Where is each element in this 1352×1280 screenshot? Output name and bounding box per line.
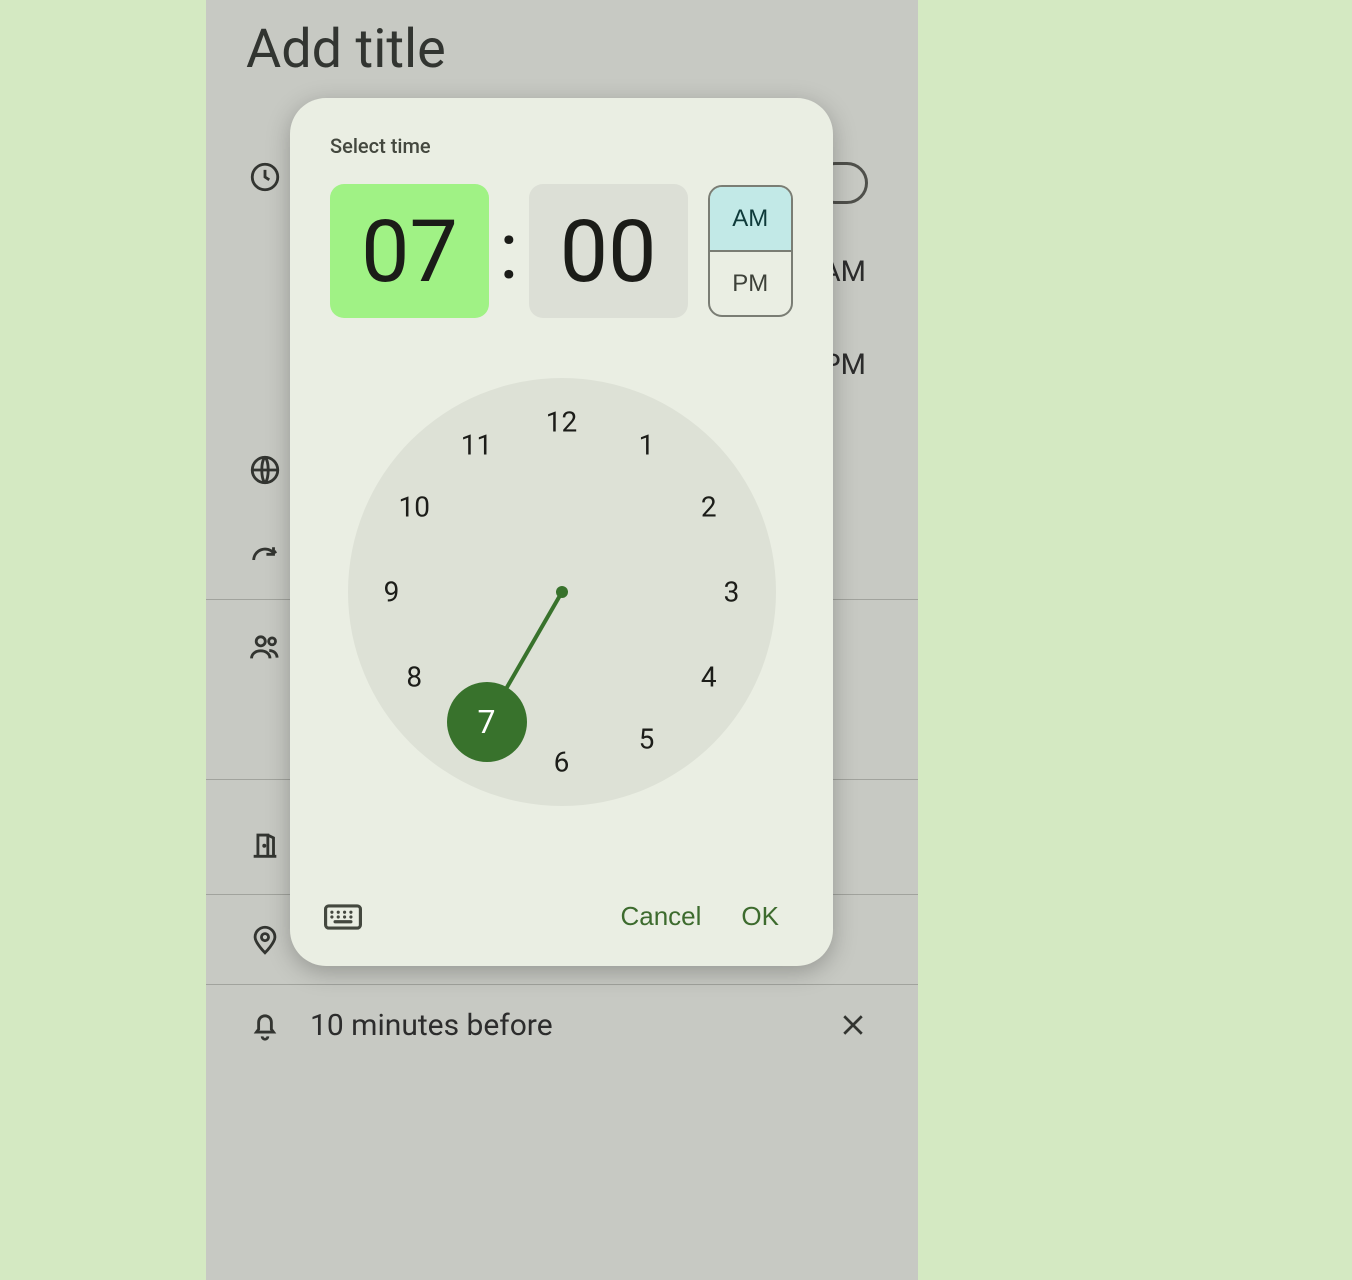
clock-selected-hour[interactable]: 7 <box>447 682 527 762</box>
am-button[interactable]: AM <box>710 187 791 252</box>
keyboard-input-icon[interactable] <box>324 902 362 932</box>
hour-field[interactable]: 07 <box>330 184 489 318</box>
time-picker-dialog: Select time 07 : 00 AM PM 7 121234568910… <box>290 98 833 966</box>
clock-hour-4[interactable]: 4 <box>701 661 717 694</box>
clock-hour-8[interactable]: 8 <box>406 661 422 694</box>
door-icon <box>248 828 282 862</box>
repeat-icon <box>248 543 282 577</box>
pm-button[interactable]: PM <box>710 252 791 315</box>
location-pin-icon <box>248 923 282 957</box>
clock-hour-9[interactable]: 9 <box>384 576 400 609</box>
notification-row[interactable]: 10 minutes before <box>206 985 918 1065</box>
minute-field[interactable]: 00 <box>529 184 688 318</box>
cancel-button[interactable]: Cancel <box>600 893 721 940</box>
ok-button[interactable]: OK <box>721 893 799 940</box>
clock-face[interactable]: 7 12123456891011 <box>348 378 776 806</box>
clock-hour-1[interactable]: 1 <box>639 428 655 461</box>
dialog-title: Select time <box>330 134 793 158</box>
bell-icon <box>248 1008 282 1042</box>
globe-icon <box>248 453 282 487</box>
clock-hour-2[interactable]: 2 <box>701 491 717 524</box>
clock-hour-3[interactable]: 3 <box>724 576 740 609</box>
clock-hour-6[interactable]: 6 <box>554 746 570 779</box>
clock-hour-11[interactable]: 11 <box>461 428 492 461</box>
clock-hour-5[interactable]: 5 <box>639 723 655 756</box>
people-icon <box>248 630 282 664</box>
event-title-input[interactable]: Add title <box>246 18 446 81</box>
time-colon: : <box>489 204 529 298</box>
clock-icon <box>248 160 282 194</box>
clock-hour-10[interactable]: 10 <box>399 491 430 524</box>
ampm-toggle: AM PM <box>708 185 793 317</box>
notification-label: 10 minutes before <box>310 1008 553 1043</box>
clock-hour-12[interactable]: 12 <box>546 406 577 439</box>
remove-notification-button[interactable] <box>838 1010 868 1040</box>
